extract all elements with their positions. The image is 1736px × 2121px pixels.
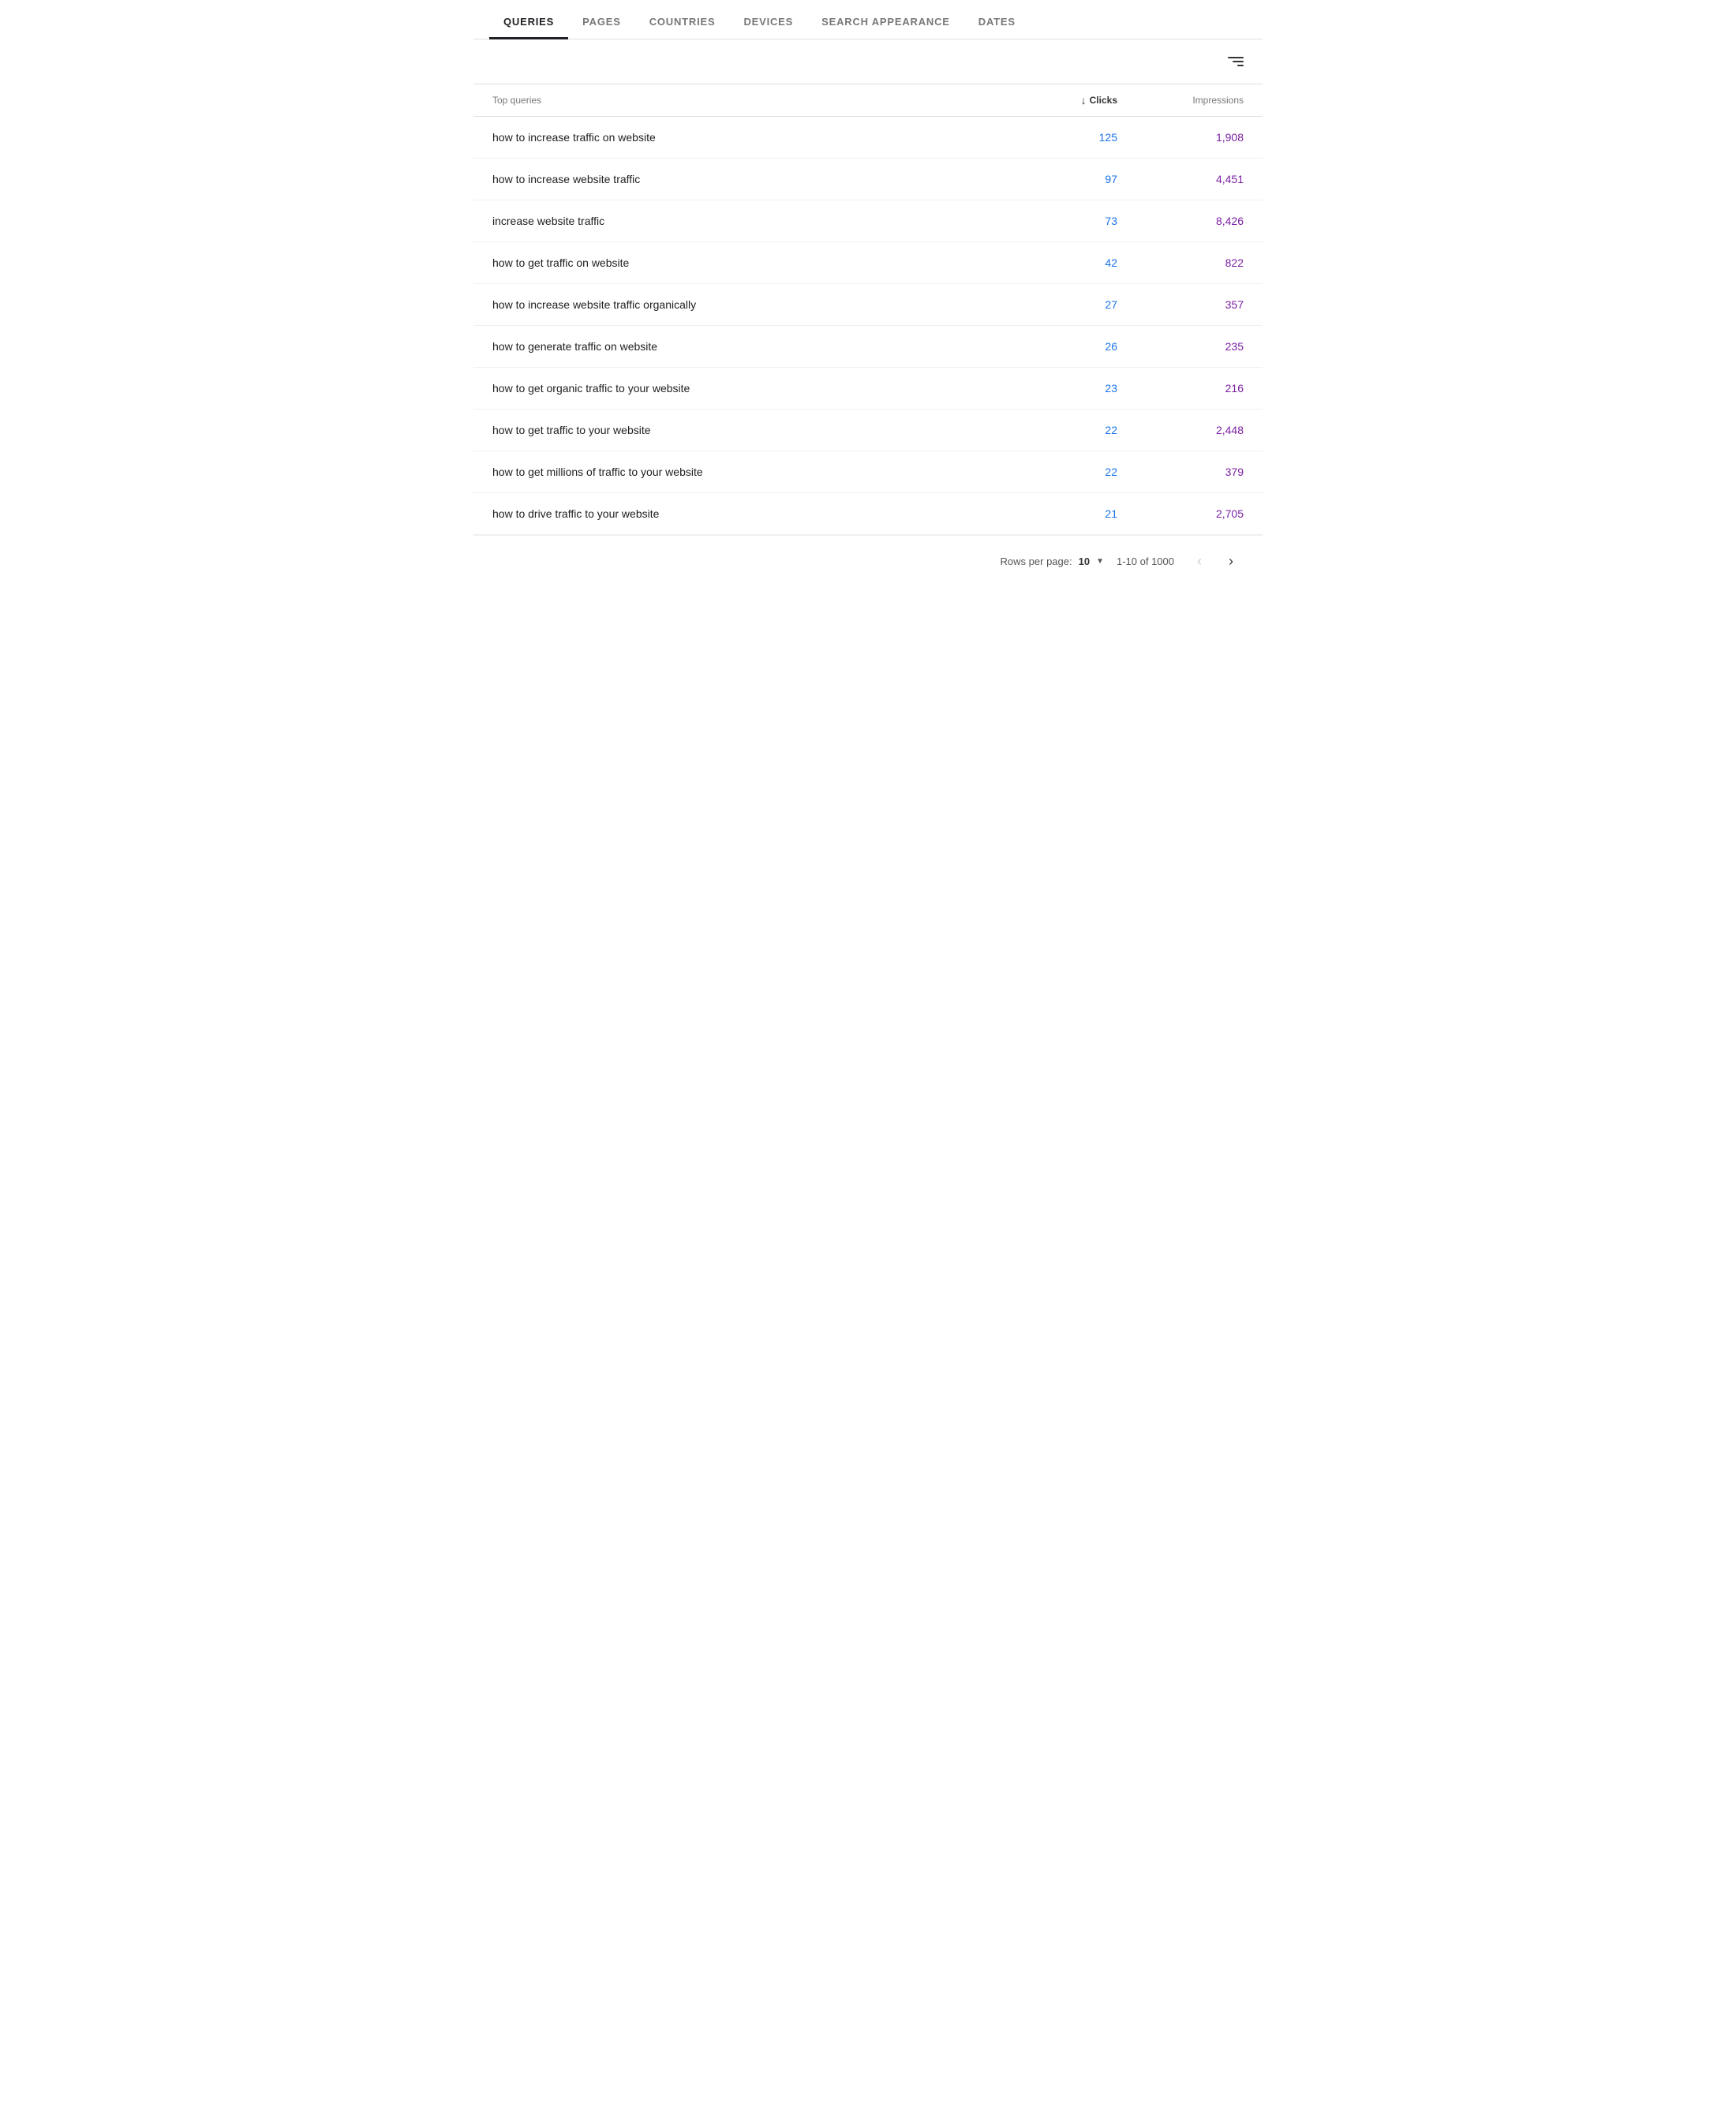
- filter-bar: [473, 39, 1263, 84]
- table-row: increase website traffic 73 8,426: [473, 200, 1263, 242]
- filter-icon: [1233, 61, 1244, 62]
- table-row: how to increase website traffic 97 4,451: [473, 159, 1263, 200]
- tab-pages[interactable]: PAGES: [568, 0, 635, 39]
- pagination-next-button[interactable]: ›: [1218, 548, 1244, 574]
- filter-icon: [1228, 57, 1244, 58]
- sort-arrow-icon: ↓: [1081, 94, 1087, 107]
- filter-button[interactable]: [1225, 52, 1244, 71]
- column-header-query: Top queries: [492, 95, 991, 106]
- table-row: how to increase traffic on website 125 1…: [473, 117, 1263, 159]
- table-row: how to get millions of traffic to your w…: [473, 451, 1263, 493]
- pagination: Rows per page: 10 ▼ 1-10 of 1000 ‹ ›: [473, 535, 1263, 586]
- pagination-range: 1-10 of 1000: [1117, 556, 1174, 567]
- rows-dropdown-icon[interactable]: ▼: [1096, 557, 1104, 566]
- column-header-clicks[interactable]: ↓ Clicks: [991, 94, 1117, 107]
- table-row: how to increase website traffic organica…: [473, 284, 1263, 326]
- tabs-nav: QUERIES PAGES COUNTRIES DEVICES SEARCH A…: [473, 0, 1263, 39]
- tab-search-appearance[interactable]: SEARCH APPEARANCE: [807, 0, 964, 39]
- tab-devices[interactable]: DEVICES: [729, 0, 807, 39]
- table-row: how to drive traffic to your website 21 …: [473, 493, 1263, 535]
- tab-dates[interactable]: DATES: [964, 0, 1030, 39]
- pagination-prev-button[interactable]: ‹: [1187, 548, 1212, 574]
- table-row: how to get traffic on website 42 822: [473, 242, 1263, 284]
- table-row: how to generate traffic on website 26 23…: [473, 326, 1263, 368]
- column-header-impressions[interactable]: Impressions: [1117, 95, 1244, 106]
- queries-table: Top queries ↓ Clicks Impressions how to …: [473, 84, 1263, 535]
- table-row: how to get organic traffic to your websi…: [473, 368, 1263, 410]
- tab-queries[interactable]: QUERIES: [489, 0, 568, 39]
- pagination-nav: ‹ ›: [1187, 548, 1244, 574]
- filter-icon: [1237, 65, 1244, 66]
- tab-countries[interactable]: COUNTRIES: [635, 0, 730, 39]
- table-header: Top queries ↓ Clicks Impressions: [473, 84, 1263, 117]
- table-row: how to get traffic to your website 22 2,…: [473, 410, 1263, 451]
- rows-per-page: Rows per page: 10 ▼: [1001, 556, 1104, 567]
